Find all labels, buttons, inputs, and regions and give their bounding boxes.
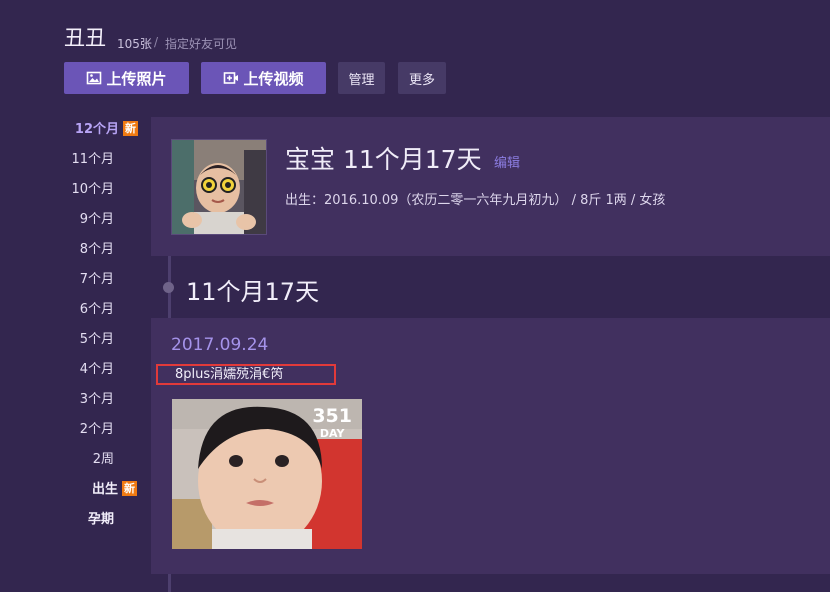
nav-item-10-months[interactable]: 10个月 [71,178,114,197]
age-heading: 11个月17天 [186,278,320,306]
video-icon [224,72,239,84]
privacy-setting[interactable]: 指定好友可见 [165,35,237,52]
upload-video-button[interactable]: 上传视频 [201,62,326,94]
edit-link[interactable]: 编辑 [494,152,520,171]
post-date: 2017.09.24 [171,335,269,355]
birth-info: 出生：2016.10.09（农历二零一六年九月初九） / 8斤 1两 / 女孩 [285,193,666,208]
nav-item-7-months[interactable]: 7个月 [80,268,114,287]
nav-item-label: 12个月 [74,122,119,137]
nav-item-4-months[interactable]: 4个月 [80,358,114,377]
album-title: 丑丑 [64,26,106,50]
new-badge: 新 [122,481,137,496]
more-button[interactable]: 更多 [398,62,446,94]
nav-item-8-months[interactable]: 8个月 [80,238,114,257]
photo-count: 105张 [117,37,152,51]
nav-item-12-months[interactable]: 12个月新 [75,118,138,137]
nav-item-9-months[interactable]: 9个月 [80,208,114,227]
upload-video-label: 上传视频 [243,69,304,88]
new-badge: 新 [123,121,138,136]
day-label: DAY [319,427,345,440]
image-icon [87,71,102,85]
day-number: 351 [312,405,352,427]
header-separator: / [154,35,159,49]
nav-item-6-months[interactable]: 6个月 [80,298,114,317]
nav-item-label: 出生 [91,482,118,497]
manage-button[interactable]: 管理 [338,62,385,94]
nav-item-11-months[interactable]: 11个月 [71,148,114,167]
post-photo[interactable]: 351 DAY [172,399,362,549]
nav-item-2-months[interactable]: 2个月 [80,418,114,437]
day-badge: 351 DAY [312,405,352,441]
nav-item-pregnancy[interactable]: 孕期 [88,508,114,527]
upload-photo-button[interactable]: 上传照片 [64,62,189,94]
baby-name: 宝宝 11个月17天 [285,145,482,174]
nav-item-5-months[interactable]: 5个月 [80,328,114,347]
nav-item-birth[interactable]: 出生新 [92,478,137,497]
nav-item-3-months[interactable]: 3个月 [80,388,114,407]
post-caption: 8plus涓嬬殑涓€笍 [156,364,336,385]
upload-photo-label: 上传照片 [106,69,167,88]
timeline-dot [163,282,174,293]
avatar[interactable] [171,139,267,235]
nav-item-2-weeks[interactable]: 2周 [93,448,114,467]
